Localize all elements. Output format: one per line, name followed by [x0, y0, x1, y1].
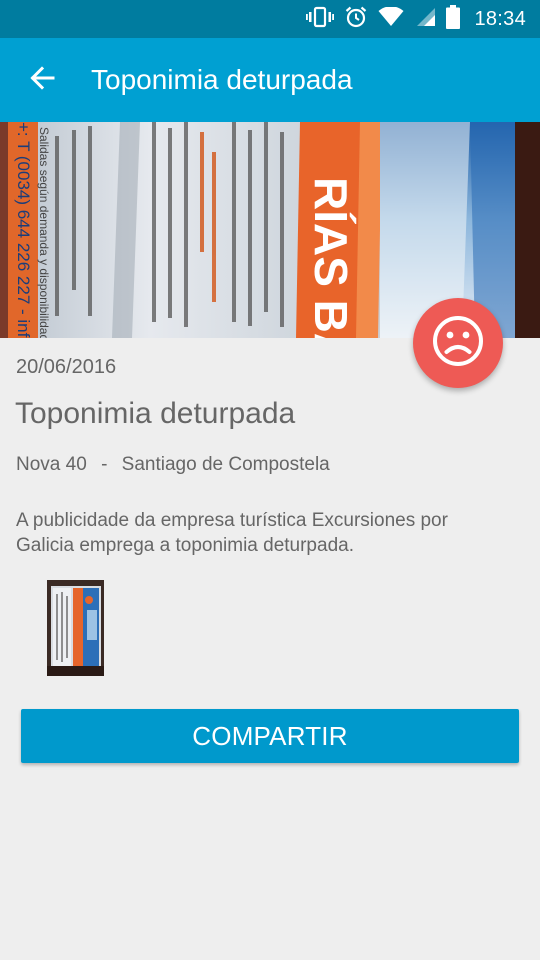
signal-icon [414, 7, 436, 32]
battery-icon [446, 4, 461, 34]
app-toolbar: Toponimia deturpada [0, 38, 540, 122]
status-icons: 18:34 [306, 0, 526, 38]
report-city: Santiago de Compostela [121, 454, 330, 475]
vibrate-icon [306, 6, 335, 33]
photo-text-brand: RÍAS BA [305, 177, 357, 338]
location-separator: - [101, 454, 108, 475]
toolbar-title: Toponimia deturpada [91, 64, 353, 95]
status-time: 18:34 [474, 7, 526, 30]
report-description: A publicidade da empresa turística Excur… [16, 510, 448, 556]
report-address: Nova 40 [16, 454, 87, 475]
arrow-back-icon [29, 65, 55, 96]
report-title: Toponimia deturpada [15, 397, 296, 430]
back-button[interactable] [20, 58, 64, 102]
wifi-icon [378, 5, 404, 32]
sad-face-badge [413, 298, 503, 388]
report-date: 20/06/2016 [16, 356, 117, 378]
report-location: Nova 40 - Santiago de Compostela [16, 454, 330, 476]
status-bar: 18:34 [0, 0, 540, 38]
alarm-icon [344, 5, 368, 34]
photo-text-phone: +: T (0034) 644 226 227 - info [14, 122, 33, 338]
photo-text-note: Salidas según demanda y disponibilidad [37, 127, 51, 338]
share-button[interactable]: COMPARTIR [21, 709, 519, 763]
report-photo-thumbnail[interactable] [47, 580, 104, 676]
sad-face-icon [431, 314, 485, 373]
